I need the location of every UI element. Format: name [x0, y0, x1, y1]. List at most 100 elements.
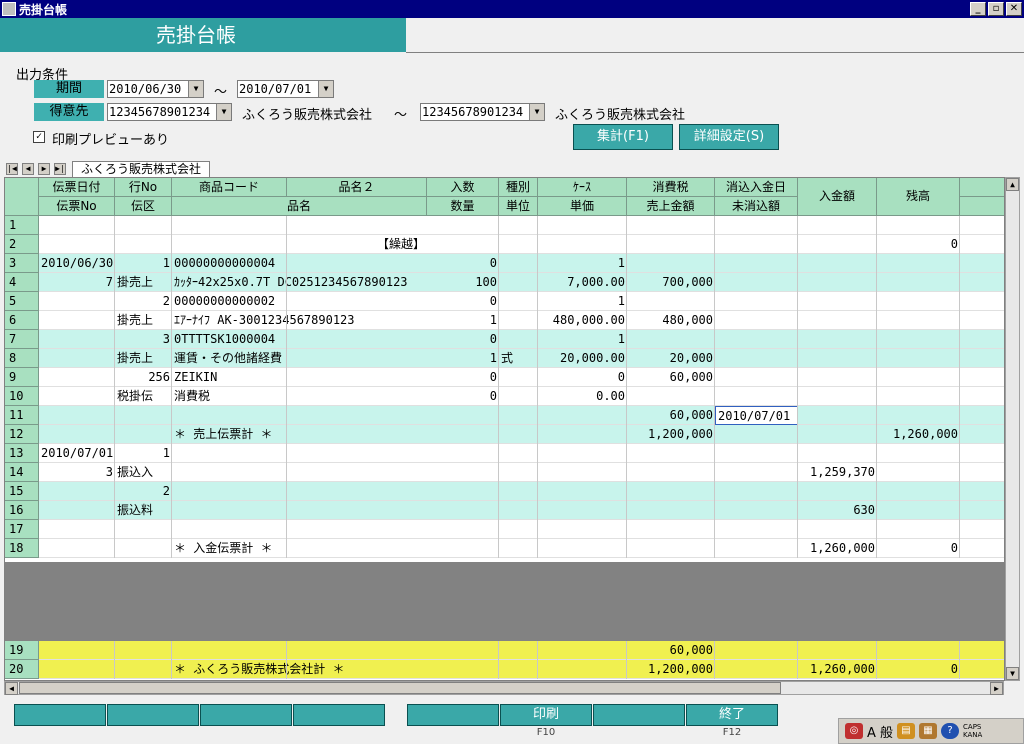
scroll-up-icon[interactable]: ▲	[1006, 178, 1019, 191]
fkey-f3[interactable]	[200, 704, 292, 726]
cell-qty: 1	[489, 351, 497, 365]
grid-line	[876, 641, 877, 679]
cell-line: 掛売上	[117, 313, 154, 327]
column-header: 残高	[877, 178, 960, 216]
ledger-grid[interactable]: 伝票日付 行No 商品コード 品名２ 入数 種別 ｹｰｽ 消費税 消込入金日 伝票No 伝区 品名 数量…	[4, 177, 1005, 681]
column-header: 伝票No	[39, 197, 115, 216]
cell-item: ｶｯﾀｰ42x25x0.7T DC0251234567890123	[174, 275, 408, 289]
row-number: 9	[5, 368, 39, 387]
grid-line	[959, 216, 960, 558]
column-header: 数量	[427, 197, 499, 216]
cell-item: 00000000000002	[174, 294, 276, 308]
row-number: 17	[5, 520, 39, 539]
cell-item: 00000000000004	[174, 256, 276, 270]
sheet-tab[interactable]: ふくろう販売株式会社	[72, 161, 211, 177]
table-row	[39, 482, 1004, 501]
row-number: 2	[5, 235, 39, 254]
scroll-down-icon[interactable]: ▼	[1006, 667, 1019, 680]
customer-to-select[interactable]: 12345678901234 ▼	[420, 103, 545, 121]
grid-line	[114, 216, 115, 558]
cell-item: 消費税	[174, 389, 211, 403]
column-header: 伝票日付	[39, 178, 115, 197]
preview-checkbox[interactable]: ✓	[33, 131, 45, 143]
scroll-left-icon[interactable]: ◀	[5, 682, 18, 695]
fkey-f2[interactable]	[107, 704, 199, 726]
period-from-select[interactable]: 2010/06/30 ▼	[107, 80, 204, 98]
chevron-down-icon[interactable]: ▼	[529, 104, 544, 120]
close-button[interactable]: ✕	[1006, 2, 1022, 16]
period-to-select[interactable]: 2010/07/01 ▼	[237, 80, 334, 98]
minimize-button[interactable]: _	[970, 2, 986, 16]
grid-line	[626, 216, 627, 558]
fkey-f4[interactable]	[293, 704, 385, 726]
window-titlebar: 売掛台帳 _ ▫ ✕	[0, 0, 1024, 18]
grid-line	[797, 641, 798, 679]
cell-item: ＊ 入金伝票計 ＊	[174, 541, 273, 555]
grid-line	[714, 641, 715, 679]
chevron-down-icon[interactable]: ▼	[318, 81, 333, 97]
cell-price: 480,000.00	[552, 313, 625, 327]
aggregate-button[interactable]: 集計(F1)	[573, 124, 673, 150]
print-key-label: F10	[536, 727, 556, 738]
cell-qty: 0	[489, 332, 497, 346]
cell-balance: 0	[950, 237, 958, 251]
next-sheet-icon[interactable]: ▶	[38, 163, 50, 175]
table-row	[39, 406, 1004, 425]
cell-item: ｴｱｰﾅｲﾌ AK-3001234567890123	[174, 313, 355, 327]
scroll-thumb[interactable]	[19, 682, 781, 694]
cell-qty: 0	[489, 370, 497, 384]
row-number: 5	[5, 292, 39, 311]
prev-sheet-icon[interactable]: ◀	[22, 163, 34, 175]
horizontal-scrollbar[interactable]: ◀ ▶	[4, 681, 1004, 695]
maximize-button[interactable]: ▫	[988, 2, 1004, 16]
grid-line	[537, 216, 538, 558]
cell-balance: 1,260,000	[892, 427, 958, 441]
tools-icon[interactable]: ▦	[919, 723, 938, 739]
cell-price: 1	[617, 332, 625, 346]
row-number: 16	[5, 501, 39, 520]
row-number: 7	[5, 330, 39, 349]
cell-item: ＊ 売上伝票計 ＊	[174, 427, 273, 441]
cell-amount: 60,000	[669, 370, 713, 384]
column-header: 単価	[538, 197, 627, 216]
scroll-right-icon[interactable]: ▶	[990, 682, 1003, 695]
help-icon[interactable]: ?	[941, 723, 960, 739]
row-number: 18	[5, 539, 39, 558]
cell-price: 1	[617, 256, 625, 270]
detail-settings-button[interactable]: 詳細設定(S)	[679, 124, 779, 150]
customer-from-select[interactable]: 12345678901234 ▼	[107, 103, 232, 121]
cell-amount: 480,000	[662, 313, 713, 327]
grid-line	[286, 216, 287, 558]
main-client: 売掛台帳 出力条件 期間 2010/06/30 ▼ ～ 2010/07/01 ▼ 得…	[0, 18, 1024, 744]
row-number: 11	[5, 406, 39, 425]
dictionary-icon[interactable]: ▤	[897, 723, 916, 739]
first-sheet-icon[interactable]: |◀	[6, 163, 18, 175]
grid-line	[498, 216, 499, 558]
cell-item: 0TTTTSK1000004	[174, 332, 276, 346]
cell-amount: 700,000	[662, 275, 713, 289]
fkey-f11[interactable]	[593, 704, 685, 726]
vertical-scrollbar[interactable]: ▲ ▼	[1005, 177, 1020, 681]
last-sheet-icon[interactable]: ▶|	[54, 163, 66, 175]
end-button[interactable]: 終了	[686, 704, 778, 726]
table-row	[39, 444, 1004, 463]
fkey-f1[interactable]	[14, 704, 106, 726]
chevron-down-icon[interactable]: ▼	[216, 104, 231, 120]
table-row	[39, 641, 1004, 660]
cell-deposit: 630	[853, 503, 875, 517]
row-number: 1	[5, 216, 39, 235]
ime-mode[interactable]: A 般	[867, 722, 893, 741]
cell-balance: 0	[950, 662, 958, 676]
cell-line: 1	[162, 446, 170, 460]
cell-price: 20,000.00	[559, 351, 625, 365]
cell-line: 税掛伝	[117, 389, 154, 403]
cell-deposit: 1,260,000	[809, 541, 875, 555]
table-row	[39, 520, 1004, 539]
cell-date: 2010/07/01	[41, 446, 114, 460]
chevron-down-icon[interactable]: ▼	[188, 81, 203, 97]
fkey-f9[interactable]	[407, 704, 499, 726]
ime-icon[interactable]: ◎	[845, 723, 863, 739]
print-button[interactable]: 印刷	[500, 704, 592, 726]
column-header: 消費税	[627, 178, 715, 197]
column-header: 商品コード	[172, 178, 287, 197]
